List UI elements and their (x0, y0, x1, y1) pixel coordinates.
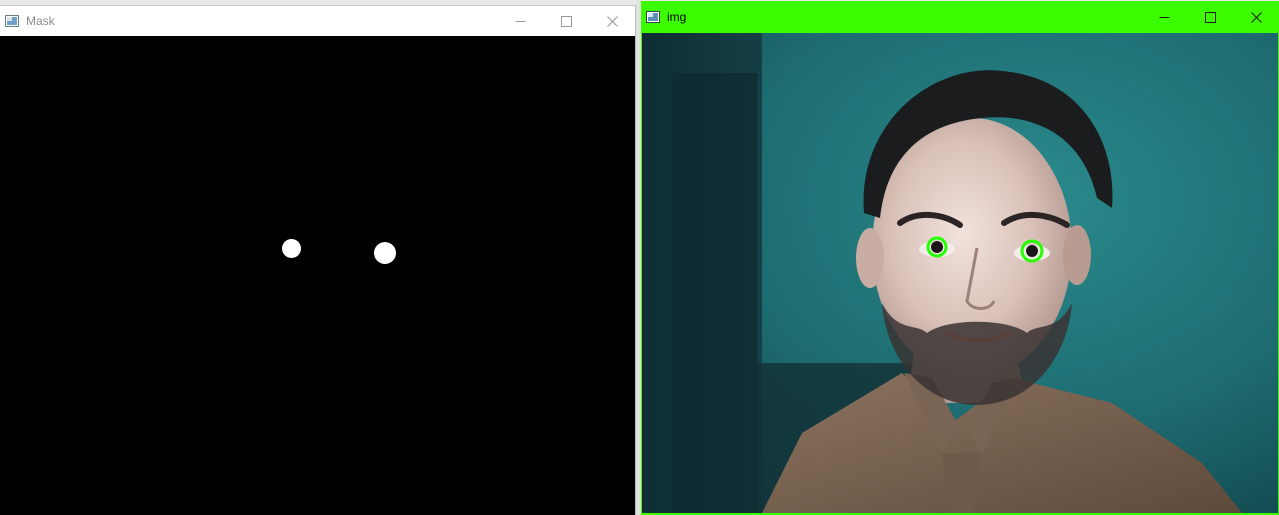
mask-window-title: Mask (26, 14, 55, 28)
close-button[interactable] (589, 6, 635, 36)
maximize-icon (560, 15, 572, 27)
img-window-title: img (667, 10, 687, 24)
close-icon (606, 15, 618, 27)
webcam-frame-illustration (642, 33, 1278, 513)
minimize-icon (515, 20, 525, 22)
mask-image (0, 36, 635, 515)
close-icon (1250, 11, 1262, 23)
minimize-button[interactable] (1141, 1, 1187, 33)
img-titlebar[interactable]: img (641, 1, 1279, 33)
mask-blob-left (282, 239, 301, 258)
img-window[interactable]: img (641, 1, 1279, 515)
minimize-icon (1159, 16, 1169, 18)
camera-image (642, 33, 1278, 513)
close-button[interactable] (1233, 1, 1279, 33)
maximize-button[interactable] (1187, 1, 1233, 33)
desktop: Mask img (0, 0, 1279, 515)
mask-window[interactable]: Mask (0, 5, 636, 515)
minimize-button[interactable] (497, 6, 543, 36)
window-app-icon (646, 11, 660, 23)
mask-blob-right (374, 242, 396, 264)
maximize-icon (1204, 11, 1216, 23)
maximize-button[interactable] (543, 6, 589, 36)
mask-titlebar[interactable]: Mask (0, 6, 635, 36)
window-app-icon (5, 15, 19, 27)
